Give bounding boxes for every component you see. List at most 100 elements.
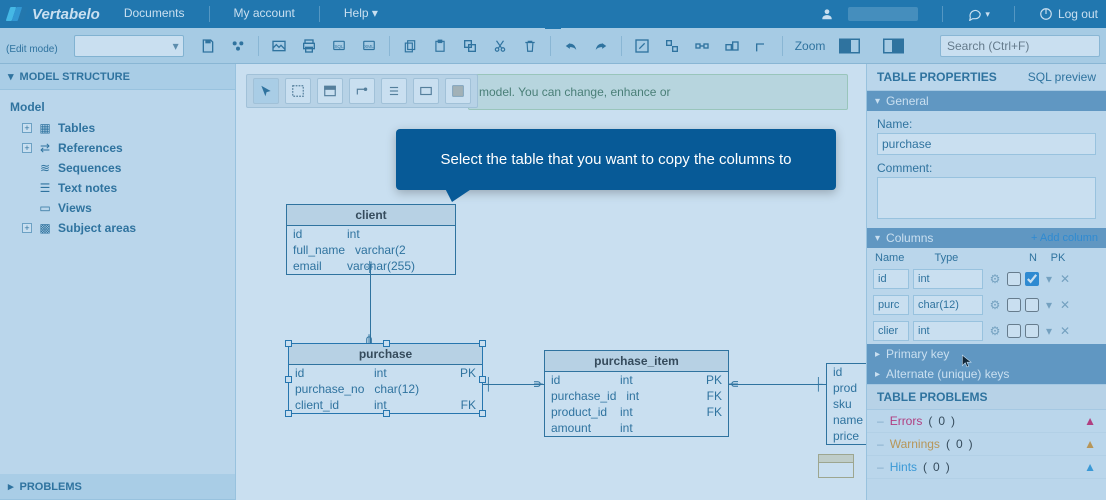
cut-icon[interactable] <box>488 34 512 58</box>
table-name-input[interactable] <box>877 133 1096 155</box>
panel-drag-handle[interactable] <box>545 23 561 29</box>
delete-column-icon[interactable]: ✕ <box>1059 298 1071 312</box>
section-primary-key[interactable]: ▸Primary key <box>867 344 1106 364</box>
warning-label: Warnings <box>890 437 940 451</box>
column-type-input[interactable] <box>913 269 983 289</box>
top-right: ▾ Log out <box>820 6 1098 22</box>
resize-handle[interactable] <box>383 410 390 417</box>
resize-handle[interactable] <box>285 340 292 347</box>
area-icon: ▩ <box>38 222 52 234</box>
resize-handle[interactable] <box>285 376 292 383</box>
trash-icon[interactable] <box>518 34 542 58</box>
chat-icon[interactable]: ▾ <box>967 7 990 21</box>
xml-export-icon[interactable]: XML <box>357 34 381 58</box>
problems-errors-row[interactable]: –Errors (0) ▲ <box>867 410 1106 433</box>
document-dropdown[interactable]: ▾ <box>74 35 184 57</box>
diagram-canvas[interactable]: model. You can change, enhance or client… <box>236 64 866 500</box>
problems-hints-row[interactable]: –Hints (0) ▲ <box>867 456 1106 479</box>
add-column-link[interactable]: + Add column <box>1031 232 1098 244</box>
section-general[interactable]: ▾General <box>867 91 1106 111</box>
expand-icon[interactable]: + <box>22 143 32 153</box>
resize-handle[interactable] <box>479 410 486 417</box>
table-comment-input[interactable] <box>877 177 1096 219</box>
gear-icon[interactable]: ⚙ <box>987 324 1003 338</box>
table-product-stub[interactable]: id prod sku name price <box>826 363 866 445</box>
warning-triangle-icon: ▲ <box>1084 437 1096 451</box>
table-purchase-item[interactable]: purchase_item idintPK purchase_idintFK p… <box>544 350 729 437</box>
nav-documents[interactable]: Documents <box>124 6 185 22</box>
resize-handle[interactable] <box>285 410 292 417</box>
nav-separator <box>1014 6 1015 22</box>
expand-icon[interactable]: + <box>22 223 32 233</box>
zoom-100-icon[interactable] <box>835 34 873 58</box>
share-icon[interactable] <box>226 34 250 58</box>
new-note-icon[interactable] <box>381 78 407 104</box>
column-nullable-checkbox[interactable] <box>1007 272 1021 286</box>
tree-item-views[interactable]: +▭Views <box>6 198 231 218</box>
select-area-icon[interactable] <box>285 78 311 104</box>
resize-handle[interactable] <box>479 340 486 347</box>
zoom-fit-icon[interactable] <box>879 34 917 58</box>
delete-column-icon[interactable]: ✕ <box>1059 272 1071 286</box>
sql-preview-link[interactable]: SQL preview <box>1028 70 1096 84</box>
tree-root[interactable]: Model <box>6 96 231 118</box>
section-alternate-keys[interactable]: ▸Alternate (unique) keys <box>867 364 1106 384</box>
sql-export-icon[interactable]: SQL <box>327 34 351 58</box>
chevron-down-icon[interactable]: ▾ <box>1043 272 1055 286</box>
nav-my-account[interactable]: My account <box>234 6 295 22</box>
table-purchase[interactable]: purchase idintPK purchase_nochar(12) cli… <box>288 343 483 414</box>
column-nullable-checkbox[interactable] <box>1007 324 1021 338</box>
distribute-icon[interactable] <box>690 34 714 58</box>
expand-icon[interactable]: + <box>22 123 32 133</box>
resize-icon[interactable] <box>720 34 744 58</box>
gear-icon[interactable]: ⚙ <box>987 272 1003 286</box>
align-icon[interactable] <box>660 34 684 58</box>
tree-item-subject-areas[interactable]: +▩Subject areas <box>6 218 231 238</box>
new-reference-icon[interactable] <box>349 78 375 104</box>
corner-icon[interactable] <box>750 34 774 58</box>
column-name-input[interactable] <box>873 321 909 341</box>
problems-warnings-row[interactable]: –Warnings (0) ▲ <box>867 433 1106 456</box>
column-nullable-checkbox[interactable] <box>1007 298 1021 312</box>
new-table-icon[interactable] <box>317 78 343 104</box>
copy-icon[interactable] <box>398 34 422 58</box>
user-icon[interactable] <box>820 7 834 21</box>
undo-icon[interactable] <box>559 34 583 58</box>
column-name-input[interactable] <box>873 295 909 315</box>
image-export-icon[interactable] <box>267 34 291 58</box>
tree-item-references[interactable]: +⇄References <box>6 138 231 158</box>
redo-icon[interactable] <box>589 34 613 58</box>
resize-handle[interactable] <box>383 340 390 347</box>
tree-item-tables[interactable]: +▦Tables <box>6 118 231 138</box>
problems-header[interactable]: ▸ PROBLEMS <box>0 474 235 500</box>
column-pk-checkbox[interactable] <box>1025 298 1039 312</box>
print-icon[interactable] <box>297 34 321 58</box>
pointer-tool-icon[interactable] <box>253 78 279 104</box>
chevron-down-icon: ▾ <box>8 70 14 83</box>
nav-help[interactable]: Help ▾ <box>344 6 378 22</box>
edit-box-icon[interactable] <box>630 34 654 58</box>
chevron-down-icon[interactable]: ▾ <box>1043 298 1055 312</box>
column-name-input[interactable] <box>873 269 909 289</box>
chevron-down-icon: ▾ <box>985 9 990 20</box>
new-view-icon[interactable] <box>413 78 439 104</box>
column-type-input[interactable] <box>913 321 983 341</box>
new-area-icon[interactable] <box>445 78 471 104</box>
tree-item-text-notes[interactable]: +☰Text notes <box>6 178 231 198</box>
delete-column-icon[interactable]: ✕ <box>1059 324 1071 338</box>
logout-button[interactable]: Log out <box>1039 7 1098 21</box>
tree-item-sequences[interactable]: +≋Sequences <box>6 158 231 178</box>
search-box[interactable] <box>940 35 1100 57</box>
search-input[interactable] <box>940 35 1100 57</box>
model-tree: Model +▦Tables +⇄References +≋Sequences … <box>0 90 235 244</box>
paste-icon[interactable] <box>428 34 452 58</box>
gear-icon[interactable]: ⚙ <box>987 298 1003 312</box>
section-columns[interactable]: ▾Columns + Add column <box>867 228 1106 248</box>
column-type-input[interactable] <box>913 295 983 315</box>
duplicate-icon[interactable] <box>458 34 482 58</box>
column-pk-checkbox[interactable] <box>1025 324 1039 338</box>
model-structure-header[interactable]: ▾ MODEL STRUCTURE <box>0 64 235 90</box>
column-pk-checkbox[interactable] <box>1025 272 1039 286</box>
chevron-down-icon[interactable]: ▾ <box>1043 324 1055 338</box>
save-icon[interactable] <box>196 34 220 58</box>
